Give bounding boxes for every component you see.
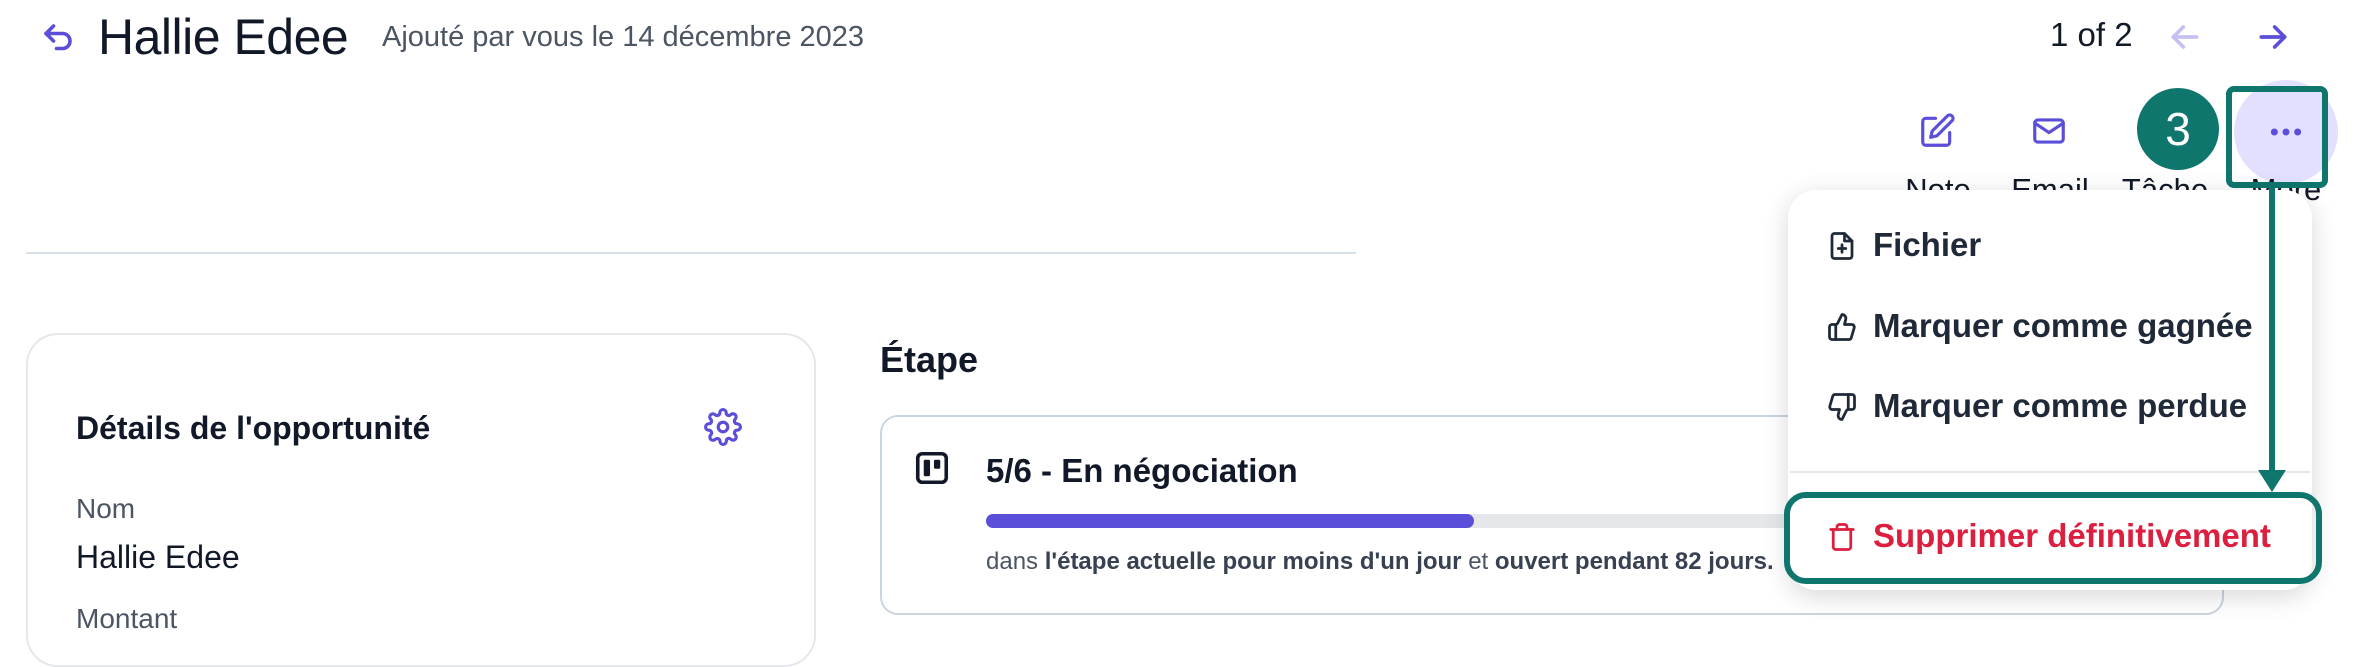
menu-item-mark-won-label: Marquer comme gagnée: [1873, 307, 2253, 344]
more-button-highlight: [2226, 86, 2328, 188]
mail-icon: [2033, 118, 2065, 144]
delete-item-highlight: [1784, 492, 2322, 584]
thumbs-down-icon: [1828, 393, 1856, 421]
stage-heading: Étape: [880, 339, 979, 380]
header-divider: [26, 252, 1356, 254]
stage-desc-open: ouvert pendant 82 jours.: [1494, 548, 1774, 575]
thumbs-up-icon: [1828, 313, 1856, 341]
stage-progress-fill: [986, 514, 1474, 528]
menu-item-file-label: Fichier: [1873, 226, 1982, 263]
gear-icon[interactable]: [704, 408, 742, 446]
stage-title: 5/6 - En négociation: [986, 452, 1298, 489]
next-arrow-icon[interactable]: [2253, 17, 2293, 57]
edit-icon: [1921, 113, 1955, 147]
step-number-badge: 3: [2137, 88, 2219, 170]
stage-desc-middle: et: [1461, 548, 1495, 575]
file-plus-icon: [1830, 232, 1854, 260]
back-icon[interactable]: [40, 20, 76, 56]
added-date-text: Ajouté par vous le 14 décembre 2023: [382, 21, 865, 53]
name-field-label: Nom: [76, 493, 136, 524]
annotation-arrow-head: [2258, 470, 2286, 492]
email-button[interactable]: [1998, 80, 2102, 184]
note-button[interactable]: [1886, 80, 1990, 184]
pager-count: 1 of 2: [2050, 16, 2133, 53]
stage-description: dans l'étape actuelle pour moins d'un jo…: [986, 544, 1774, 580]
opportunity-details-title: Détails de l'opportunité: [76, 410, 431, 446]
annotation-arrow-line: [2269, 186, 2275, 476]
previous-arrow-icon[interactable]: [2165, 17, 2205, 57]
menu-divider: [1790, 471, 2310, 473]
name-field-value: Hallie Edee: [76, 539, 240, 575]
kanban-board-icon: [914, 450, 950, 486]
page-title: Hallie Edee: [98, 9, 349, 65]
stage-desc-current: l'étape actuelle pour moins d'un jour: [1044, 548, 1462, 575]
amount-field-label: Montant: [76, 603, 178, 634]
stage-desc-prefix: dans: [986, 548, 1045, 575]
menu-item-mark-lost-label: Marquer comme perdue: [1873, 387, 2248, 424]
